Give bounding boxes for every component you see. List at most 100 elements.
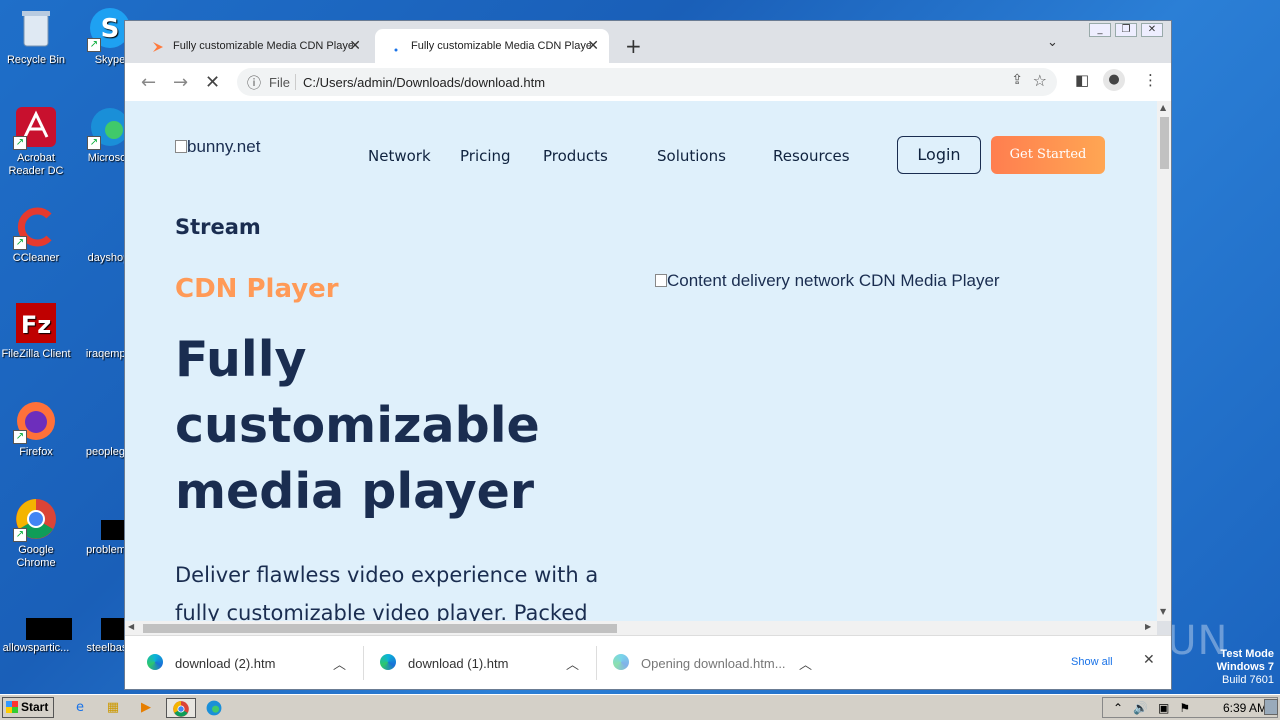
- get-started-button[interactable]: Get Started: [991, 136, 1105, 174]
- show-all-button[interactable]: Show all: [1071, 656, 1113, 668]
- back-icon[interactable]: ←: [141, 72, 156, 93]
- download-item[interactable]: download (2).htm ︿: [147, 648, 347, 680]
- download-item[interactable]: Opening download.htm... ︿: [613, 648, 813, 680]
- flag-icon[interactable]: ⚑: [1179, 701, 1190, 715]
- login-button[interactable]: Login: [897, 136, 981, 174]
- section-subtitle: CDN Player: [175, 274, 339, 304]
- new-tab-icon[interactable]: +: [625, 34, 642, 58]
- chrome-taskbar-icon[interactable]: [166, 698, 196, 718]
- loading-spinner-icon: [389, 40, 403, 54]
- vertical-scroll-thumb[interactable]: [1160, 117, 1169, 169]
- download-name: download (1).htm: [408, 656, 509, 671]
- edge-file-icon: [380, 654, 396, 670]
- nav-products[interactable]: Products: [543, 147, 608, 165]
- os-version: Windows 7: [1216, 661, 1274, 673]
- site-logo[interactable]: bunny.net: [175, 137, 260, 157]
- media-player-icon[interactable]: ▶: [134, 698, 158, 718]
- nav-network[interactable]: Network: [368, 147, 431, 165]
- desktop-icon-chrome[interactable]: ↗ Google Chrome: [0, 496, 72, 570]
- tab-title: Fully customizable Media CDN Player: [173, 40, 353, 52]
- show-desktop-button[interactable]: [1264, 699, 1278, 715]
- close-downloads-icon[interactable]: ✕: [1143, 652, 1155, 668]
- side-panel-icon[interactable]: ◧: [1075, 71, 1089, 89]
- restore-icon[interactable]: ❐: [1115, 23, 1137, 37]
- tab-search-chevron-icon[interactable]: ⌄: [1047, 35, 1058, 50]
- hero-image-alt: Content delivery network CDN Media Playe…: [667, 271, 1000, 290]
- folder-icon[interactable]: ▦: [101, 698, 125, 718]
- share-icon[interactable]: ⇪: [1011, 72, 1023, 88]
- windows-flag-icon: [6, 701, 18, 713]
- web-page: bunny.net Network Pricing Products Solut…: [125, 101, 1157, 621]
- edge-taskbar-icon[interactable]: [202, 698, 226, 718]
- tab-close-icon[interactable]: ✕: [587, 37, 599, 54]
- lead-paragraph: Deliver flawless video experience with a…: [175, 563, 599, 621]
- nav-pricing[interactable]: Pricing: [460, 147, 511, 165]
- edge-file-icon: [147, 654, 163, 670]
- divider: [363, 646, 364, 680]
- nav-resources[interactable]: Resources: [773, 147, 850, 165]
- tab-close-icon[interactable]: ✕: [349, 37, 361, 54]
- window-controls: _ ❐ ✕: [1089, 23, 1163, 37]
- scroll-down-icon[interactable]: ▼: [1160, 607, 1166, 616]
- desktop-icon-label: Acrobat Reader DC: [8, 152, 64, 177]
- horizontal-scrollbar[interactable]: ◀ ▶: [125, 621, 1157, 635]
- firefox-icon: ↗: [13, 398, 59, 444]
- shortcut-arrow-icon: ↗: [87, 38, 101, 52]
- clock[interactable]: 6:39 AM: [1223, 701, 1267, 715]
- download-name: download (2).htm: [175, 656, 276, 671]
- bookmark-star-icon[interactable]: ☆: [1033, 71, 1047, 90]
- desktop-icon-recycle-bin[interactable]: Recycle Bin: [0, 6, 72, 67]
- desktop-icon-label: Recycle Bin: [6, 54, 66, 66]
- scroll-up-icon[interactable]: ▲: [1160, 103, 1166, 112]
- vertical-scrollbar[interactable]: ▲ ▼: [1157, 101, 1171, 621]
- download-name: Opening download.htm...: [641, 656, 786, 671]
- desktop-icon-allowspartic[interactable]: allowspartic...: [0, 596, 72, 655]
- start-label: Start: [21, 700, 49, 714]
- chevron-up-icon[interactable]: ︿: [799, 654, 812, 673]
- desktop-icon-ccleaner[interactable]: ↗ CCleaner: [0, 204, 72, 265]
- desktop-icon-label: allowspartic...: [2, 642, 70, 654]
- scroll-left-icon[interactable]: ◀: [128, 622, 134, 631]
- tab-title: Fully customizable Media CDN Player: [411, 40, 591, 52]
- desktop-icon-firefox[interactable]: ↗ Firefox: [0, 398, 72, 459]
- internet-explorer-icon[interactable]: e: [68, 698, 92, 718]
- minimize-icon[interactable]: _: [1089, 23, 1111, 37]
- desktop-icon-filezilla[interactable]: Fz FileZilla Client: [0, 300, 72, 361]
- profile-avatar-icon[interactable]: ●: [1103, 69, 1125, 91]
- volume-icon[interactable]: 🔊: [1133, 701, 1148, 715]
- chevron-up-icon[interactable]: ︿: [566, 654, 579, 673]
- address-bar[interactable]: ⓘ File C:/Users/admin/Downloads/download…: [237, 68, 1057, 96]
- desktop-icon-label: Google Chrome: [16, 544, 56, 569]
- desktop-icon-label: FileZilla Client: [1, 348, 71, 360]
- divider: [596, 646, 597, 680]
- info-icon[interactable]: ⓘ: [247, 73, 261, 93]
- scheme-label: File: [269, 75, 290, 90]
- network-icon[interactable]: ▣: [1158, 701, 1169, 715]
- scroll-right-icon[interactable]: ▶: [1145, 622, 1151, 631]
- tab-inactive[interactable]: Fully customizable Media CDN Player ✕: [137, 29, 371, 63]
- menu-kebab-icon[interactable]: ⋮: [1143, 71, 1158, 89]
- black-file-icon: [13, 596, 72, 640]
- bunny-favicon-icon: [151, 40, 165, 54]
- start-button[interactable]: Start: [2, 697, 54, 718]
- svg-text:S: S: [101, 14, 120, 44]
- desktop-icon-acrobat[interactable]: ↗ Acrobat Reader DC: [0, 104, 72, 178]
- tab-active[interactable]: Fully customizable Media CDN Player ✕: [375, 29, 609, 63]
- url-text[interactable]: C:/Users/admin/Downloads/download.htm: [303, 75, 545, 90]
- desktop-icon-label: CCleaner: [12, 252, 60, 264]
- shortcut-arrow-icon: ↗: [13, 236, 27, 250]
- logo-alt-text: bunny.net: [187, 137, 261, 156]
- shortcut-arrow-icon: ↗: [13, 136, 27, 150]
- broken-image-icon: [655, 274, 667, 287]
- tray-expand-icon[interactable]: ⌃: [1113, 701, 1123, 715]
- download-item[interactable]: download (1).htm ︿: [380, 648, 580, 680]
- forward-icon[interactable]: →: [173, 72, 188, 93]
- close-window-icon[interactable]: ✕: [1141, 23, 1163, 37]
- shortcut-arrow-icon: ↗: [13, 430, 27, 444]
- taskbar: Start e ▦ ▶ ⌃ 🔊 ▣ ⚑ 6:39 AM: [0, 694, 1280, 720]
- stop-loading-icon[interactable]: ✕: [205, 72, 220, 93]
- os-test-mode: Test Mode: [1220, 648, 1274, 660]
- chevron-up-icon[interactable]: ︿: [333, 654, 346, 673]
- nav-solutions[interactable]: Solutions: [657, 147, 726, 165]
- horizontal-scroll-thumb[interactable]: [143, 624, 617, 633]
